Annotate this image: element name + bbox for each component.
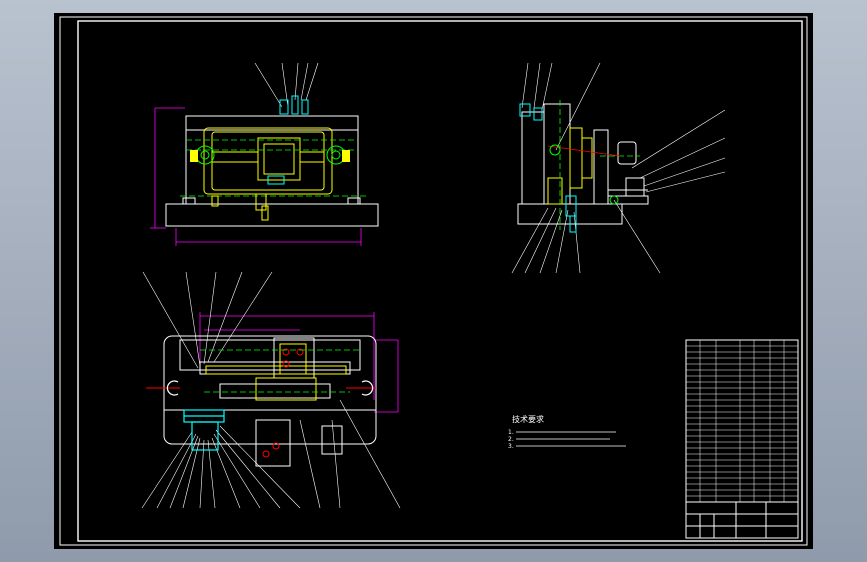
tech-notes-title: 技术要求 [512, 414, 544, 424]
tech-note-line: 2. [508, 436, 514, 443]
tech-note-line: 3. [508, 443, 514, 450]
tech-note-line: 1. [508, 429, 514, 436]
cad-drawing-canvas: 技术要求 1. 2. 3. [54, 13, 813, 549]
